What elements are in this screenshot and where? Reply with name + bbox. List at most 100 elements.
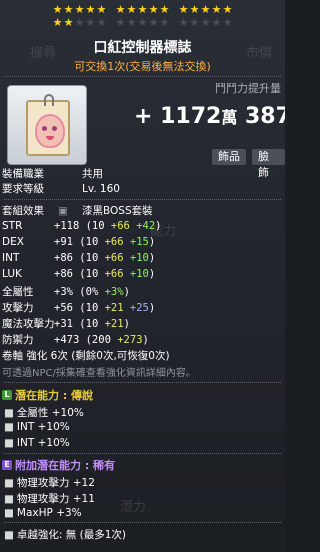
stat-total: +91 (54, 236, 80, 248)
star-filled-icon: ★ (85, 3, 96, 16)
potential-line-3: INT +10% (16, 437, 70, 449)
star-empty-icon: ★ (178, 16, 189, 29)
stat-row: 攻擊力 +56 (10 +21 +25) (2, 300, 155, 315)
star-group: ★ ★ ★ ★ ★ (52, 4, 107, 15)
additional-line-2: 物理攻擊力 +11 (16, 493, 95, 505)
exceptional-enhance-text: 卓越強化: 無 (最多1次) (16, 529, 127, 541)
stat-row: 防禦力 +473 (200 +273) (2, 332, 149, 347)
req-level-value: Lv. 160 (82, 183, 120, 195)
stat-row: INT +86 (10 +66 +10) (2, 252, 155, 264)
star-empty-icon: ★ (211, 16, 222, 29)
star-empty-icon: ★ (96, 16, 107, 29)
stat-row: LUK +86 (10 +66 +10) (2, 268, 155, 280)
req-level-label: 要求等級 (2, 183, 44, 195)
star-filled-icon: ★ (115, 3, 126, 16)
req-job-label: 裝備職業 (2, 168, 44, 180)
stat-bonus-enhance: +10 (123, 268, 149, 280)
star-empty-icon: ★ (159, 16, 170, 29)
star-empty-icon: ★ (200, 16, 211, 29)
stat-base: (10 (79, 268, 99, 280)
stat-base: (200 (85, 334, 111, 346)
star-empty-icon: ★ (115, 16, 126, 29)
stat-close: ) (123, 286, 130, 298)
stat-bonus-enhance: +25 (123, 302, 149, 314)
stat-total: +56 (54, 302, 80, 314)
stat-bonus-flame: +273 (110, 334, 143, 346)
exceptional-enhance-row: ■ 卓越強化: 無 (最多1次) (4, 529, 127, 541)
star-filled-icon: ★ (52, 3, 63, 16)
category-chip-accessory: 飾品 (212, 149, 246, 165)
stat-close: ) (148, 236, 156, 248)
stat-total: +31 (54, 318, 80, 330)
star-row-1: ★ ★ ★ ★ ★ ★ ★ ★ ★ ★ ★ ★ ★ ★ ★ (52, 4, 272, 15)
stat-bonus-enhance: +15 (123, 236, 149, 248)
stat-close: ) (148, 302, 156, 314)
star-empty-icon: ★ (148, 16, 159, 29)
stat-label: 攻擊力 (2, 302, 34, 314)
star-filled-icon: ★ (126, 3, 137, 16)
star-row-2: ★ ★ ★ ★ ★ ★ ★ ★ ★ ★ ★ ★ ★ ★ ★ (52, 17, 272, 28)
stat-label: DEX (2, 236, 24, 248)
stat-base: (10 (79, 252, 99, 264)
stat-total: +86 (54, 268, 80, 280)
legendary-badge-icon: L (2, 390, 12, 400)
star-filled-icon: ★ (211, 3, 222, 16)
star-filled-icon: ★ (148, 3, 159, 16)
combat-power-prefix: + 1172 (134, 104, 222, 129)
potential-line-2: INT +10% (16, 421, 70, 433)
star-empty-icon: ★ (137, 16, 148, 29)
req-level-row: 要求等級 Lv. 160 (2, 181, 120, 196)
stat-base: (10 (79, 236, 99, 248)
set-effect-row: 套組效果 ▣ 漆黑BOSS套裝 (2, 203, 153, 218)
rare-badge-icon: E (2, 460, 12, 470)
stat-close: ) (123, 318, 130, 330)
additional-potential-header: E 附加潛在能力 : 稀有 (2, 457, 115, 473)
star-filled-icon: ★ (52, 16, 63, 29)
upgrade-hint: 可透過NPC/採集確查看強化資訊詳細內容。 (2, 368, 196, 379)
stat-bonus-flame: +66 (104, 220, 130, 232)
star-force-rating: ★ ★ ★ ★ ★ ★ ★ ★ ★ ★ ★ ★ ★ ★ ★ ★ ★ ★ ★ ★ ★ ★ ★ ★ ★ ★ ★ ★ ★ ★ (52, 4, 272, 30)
upgrade-row: 卷軸 強化 6次 (剩餘0次,可恢復0次) (2, 348, 170, 363)
item-icon (7, 85, 87, 165)
emblem-tag-icon (26, 94, 70, 156)
star-filled-icon: ★ (200, 3, 211, 16)
stat-bonus-flame: +66 (98, 252, 124, 264)
star-filled-icon: ★ (74, 3, 85, 16)
stat-label: INT (2, 252, 20, 264)
combat-power-unit: 萬 (221, 108, 238, 127)
stat-row: 魔法攻擊力+31 (10 +21) (2, 316, 130, 331)
potential-header-text: 潛在能力 : 傳說 (15, 389, 94, 402)
stat-label: 魔法攻擊力 (2, 318, 55, 330)
potential-line-1: 全屬性 +10% (16, 407, 84, 419)
stat-bonus-flame: +66 (98, 236, 124, 248)
stat-close: ) (155, 220, 162, 232)
stat-base: (10 (79, 302, 99, 314)
combat-power-suffix: 3878 (245, 104, 285, 129)
star-empty-icon: ★ (126, 16, 137, 29)
star-group: ★ ★ ★ ★ ★ (178, 4, 233, 15)
face-icon (35, 114, 65, 148)
stat-total: +3% (54, 286, 80, 298)
star-filled-icon: ★ (63, 3, 74, 16)
set-effect-value: 漆黑BOSS套裝 (82, 205, 153, 217)
stat-close: ) (148, 252, 156, 264)
star-group: ★ ★ ★ ★ ★ (52, 17, 107, 28)
stat-close: ) (148, 268, 156, 280)
divider (4, 76, 281, 77)
divider (4, 382, 281, 383)
star-filled-icon: ★ (96, 3, 107, 16)
potential-line: ■ INT +10% (4, 437, 70, 449)
stat-bonus-flame: +21 (98, 318, 124, 330)
combat-power-label: 鬥鬥力提升量 (215, 82, 281, 95)
potential-line: ■ INT +10% (4, 421, 70, 433)
lock-icon: ▣ (58, 205, 68, 217)
star-empty-icon: ★ (222, 16, 233, 29)
star-empty-icon: ★ (85, 16, 96, 29)
stat-label: 全屬性 (2, 286, 34, 298)
stat-total: +86 (54, 252, 80, 264)
stat-row: STR +118 (10 +66 +42) (2, 220, 162, 232)
star-empty-icon: ★ (74, 16, 85, 29)
divider (4, 453, 281, 454)
set-effect-label: 套組效果 (2, 205, 44, 217)
additional-line-3: MaxHP +3% (16, 507, 82, 519)
